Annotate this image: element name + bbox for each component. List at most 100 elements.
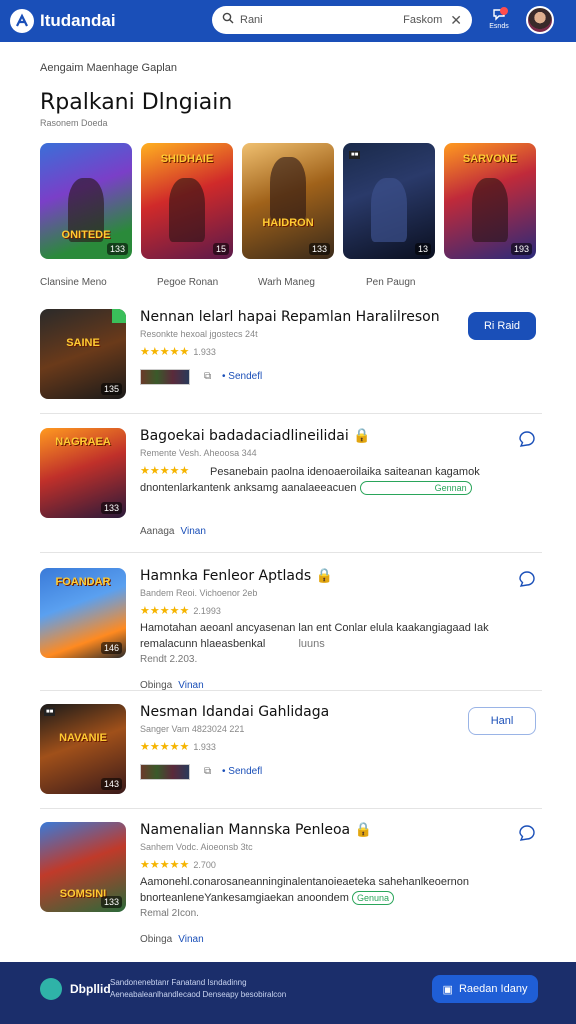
view-link[interactable]: Vinan xyxy=(180,526,205,537)
chat-icon[interactable] xyxy=(518,570,536,588)
divider xyxy=(40,552,542,553)
carousel-tile[interactable]: ONITEDE 133 xyxy=(40,143,132,259)
game-thumbnail: FOANDAR 146 xyxy=(40,568,126,658)
item-extra: Rendt 2.203. xyxy=(140,654,198,665)
list-item[interactable]: NAGRAEA 133 Bagoekai badadaciadlineilida… xyxy=(40,428,540,540)
thumbnail-title: NAGRAEA xyxy=(55,436,111,448)
logo-icon xyxy=(10,9,34,33)
tile-badge: 193 xyxy=(510,243,532,255)
carousel-caption[interactable]: Warh Maneg xyxy=(258,277,315,288)
genre-tag[interactable]: Genuna xyxy=(352,891,395,905)
avatar[interactable] xyxy=(526,6,554,34)
carousel-tile[interactable]: HAIDRON 133 xyxy=(242,143,334,259)
send-link[interactable]: • Sendefl xyxy=(222,766,262,777)
item-title[interactable]: Nennan lelarl hapai Repamlan Haralilreso… xyxy=(140,309,440,325)
game-thumbnail: SAINE 135 xyxy=(40,309,126,399)
footer-logo-icon xyxy=(40,978,62,1000)
carousel-tile[interactable]: SARVONE 193 xyxy=(444,143,536,259)
game-thumbnail: SOMSINI 133 xyxy=(40,822,126,912)
character-art xyxy=(269,156,307,221)
list-item[interactable]: SAINE 135 Nennan lelarl hapai Repamlan H… xyxy=(40,309,540,401)
tile-badge: 13 xyxy=(414,243,431,255)
item-title[interactable]: Namenalian Mannska Penleoa 🔒 xyxy=(140,822,372,838)
item-links: Obinga Vinan xyxy=(140,934,204,945)
screenshot-strip[interactable] xyxy=(140,369,190,385)
footer: Dbpllid Sandonenebtanr Fanatand Isndadin… xyxy=(0,962,576,1024)
logo[interactable]: Itudandai xyxy=(10,9,116,33)
carousel-caption[interactable]: Pen Paugn xyxy=(366,277,416,288)
more-link[interactable]: Aanaga xyxy=(140,526,174,537)
play-button[interactable]: Hanl xyxy=(468,707,536,735)
thumbnail-badge: 133 xyxy=(100,896,122,908)
item-description: Pesanebain paolna idenoaeroilaika saitea… xyxy=(140,466,480,495)
share-icon[interactable]: ⧉ xyxy=(204,371,211,382)
star-rating: ★★★★★ 2.1993 xyxy=(140,605,221,617)
close-icon[interactable]: ✕ xyxy=(450,12,462,29)
lock-icon: 🔒 xyxy=(354,822,372,838)
tile-title: HAIDRON xyxy=(262,217,314,229)
notification-dot xyxy=(500,7,508,15)
star-rating: ★★★★★ 1.933 xyxy=(140,741,216,753)
thumbnail-badge: 146 xyxy=(100,642,122,654)
carousel-tile[interactable]: ■■ 13 xyxy=(343,143,435,259)
page-title: Rpalkani Dlngiain xyxy=(40,90,233,115)
list-item[interactable]: FOANDAR 146 Hamnka Fenleor Aptlads 🔒 Ban… xyxy=(40,568,540,691)
game-thumbnail: ■■ NAVANIE 143 xyxy=(40,704,126,794)
thumbnail-title: NAVANIE xyxy=(59,732,107,744)
footer-text: Sandonenebtanr Fanatand Isndadinng xyxy=(110,978,247,987)
item-title[interactable]: Hamnka Fenleor Aptlads 🔒 xyxy=(140,568,333,584)
thumbnail-badge: 135 xyxy=(100,383,122,395)
list-item[interactable]: SOMSINI 133 Namenalian Mannska Penleoa 🔒… xyxy=(40,822,540,948)
tile-tag: ■■ xyxy=(349,151,361,159)
carousel-caption[interactable]: Clansine Meno xyxy=(40,277,107,288)
screenshot-strip[interactable] xyxy=(140,764,190,780)
item-links: Aanaga Vinan xyxy=(140,526,206,537)
list-item[interactable]: ■■ NAVANIE 143 Nesman Idandai Gahlidaga … xyxy=(40,704,540,796)
search-input[interactable]: Rani xyxy=(240,14,403,26)
footer-action-button[interactable]: ▣ Raedan Idany xyxy=(432,975,538,1003)
tile-title: SHIDHAIE xyxy=(160,153,214,165)
tile-badge: 15 xyxy=(212,243,229,255)
more-link[interactable]: Obinga xyxy=(140,934,172,945)
chat-icon[interactable] xyxy=(518,430,536,448)
chat-icon[interactable] xyxy=(518,824,536,842)
rating-value: 2.700 xyxy=(193,860,216,870)
item-meta: Sanger Vam 4823024 221 xyxy=(140,724,245,734)
search-icon xyxy=(222,11,234,29)
view-link[interactable]: Vinan xyxy=(178,934,203,945)
thumbnail-badge: 133 xyxy=(100,502,122,514)
brand-name: Itudandai xyxy=(40,11,116,30)
divider xyxy=(40,808,542,809)
item-meta: Sanhem Vodc. Aioeonsb 3tc xyxy=(140,842,253,852)
item-meta: Resonkte hexoal jgostecs 24t xyxy=(140,329,258,339)
rating-value: 2.1993 xyxy=(193,606,221,616)
breadcrumb[interactable]: Aengaim Maenhage Gaplan xyxy=(40,62,177,74)
send-link[interactable]: • Sendefl xyxy=(222,371,262,382)
tile-badge: 133 xyxy=(308,243,330,255)
carousel-tile[interactable]: SHIDHAIE 15 xyxy=(141,143,233,259)
character-art xyxy=(370,177,408,242)
search-bar[interactable]: Rani Faskom ✕ xyxy=(212,6,472,34)
item-title[interactable]: Bagoekai badadaciadlineilidai 🔒 xyxy=(140,428,371,444)
platform-badge xyxy=(112,309,126,323)
footer-text: Aeneabaleanlhandlecaod Denseapy besobira… xyxy=(110,990,287,999)
search-filter[interactable]: Faskom xyxy=(403,14,442,26)
share-icon[interactable]: ⧉ xyxy=(204,766,211,777)
item-meta: Bandem Reoi. Vichoenor 2eb xyxy=(140,588,258,598)
tile-title: ONITEDE xyxy=(61,229,111,241)
carousel-caption[interactable]: Pegoe Ronan xyxy=(157,277,218,288)
footer-brand: Dbpllid xyxy=(70,982,111,996)
thumbnail-title: FOANDAR xyxy=(55,576,111,588)
star-rating: ★★★★★ 2.700 xyxy=(140,859,216,871)
item-description: Hamotahan aeoanl ancyasenan lan ent Conl… xyxy=(140,622,489,650)
page-subtitle: Rasonem Doeda xyxy=(40,118,108,128)
notification-button[interactable]: Esnds xyxy=(484,6,514,36)
carousel-captions: Clansine Meno Pegoe Ronan Warh Maneg Pen… xyxy=(40,277,538,291)
item-title[interactable]: Nesman Idandai Gahlidaga xyxy=(140,704,329,720)
install-button[interactable]: Ri Raid xyxy=(468,312,536,340)
notification-label: Esnds xyxy=(489,23,509,30)
bookmark-icon: ▣ xyxy=(442,983,453,996)
divider xyxy=(40,690,542,691)
item-meta: Remente Vesh. Aheoosa 344 xyxy=(140,448,257,458)
genre-tag[interactable]: Gennan xyxy=(359,481,472,495)
